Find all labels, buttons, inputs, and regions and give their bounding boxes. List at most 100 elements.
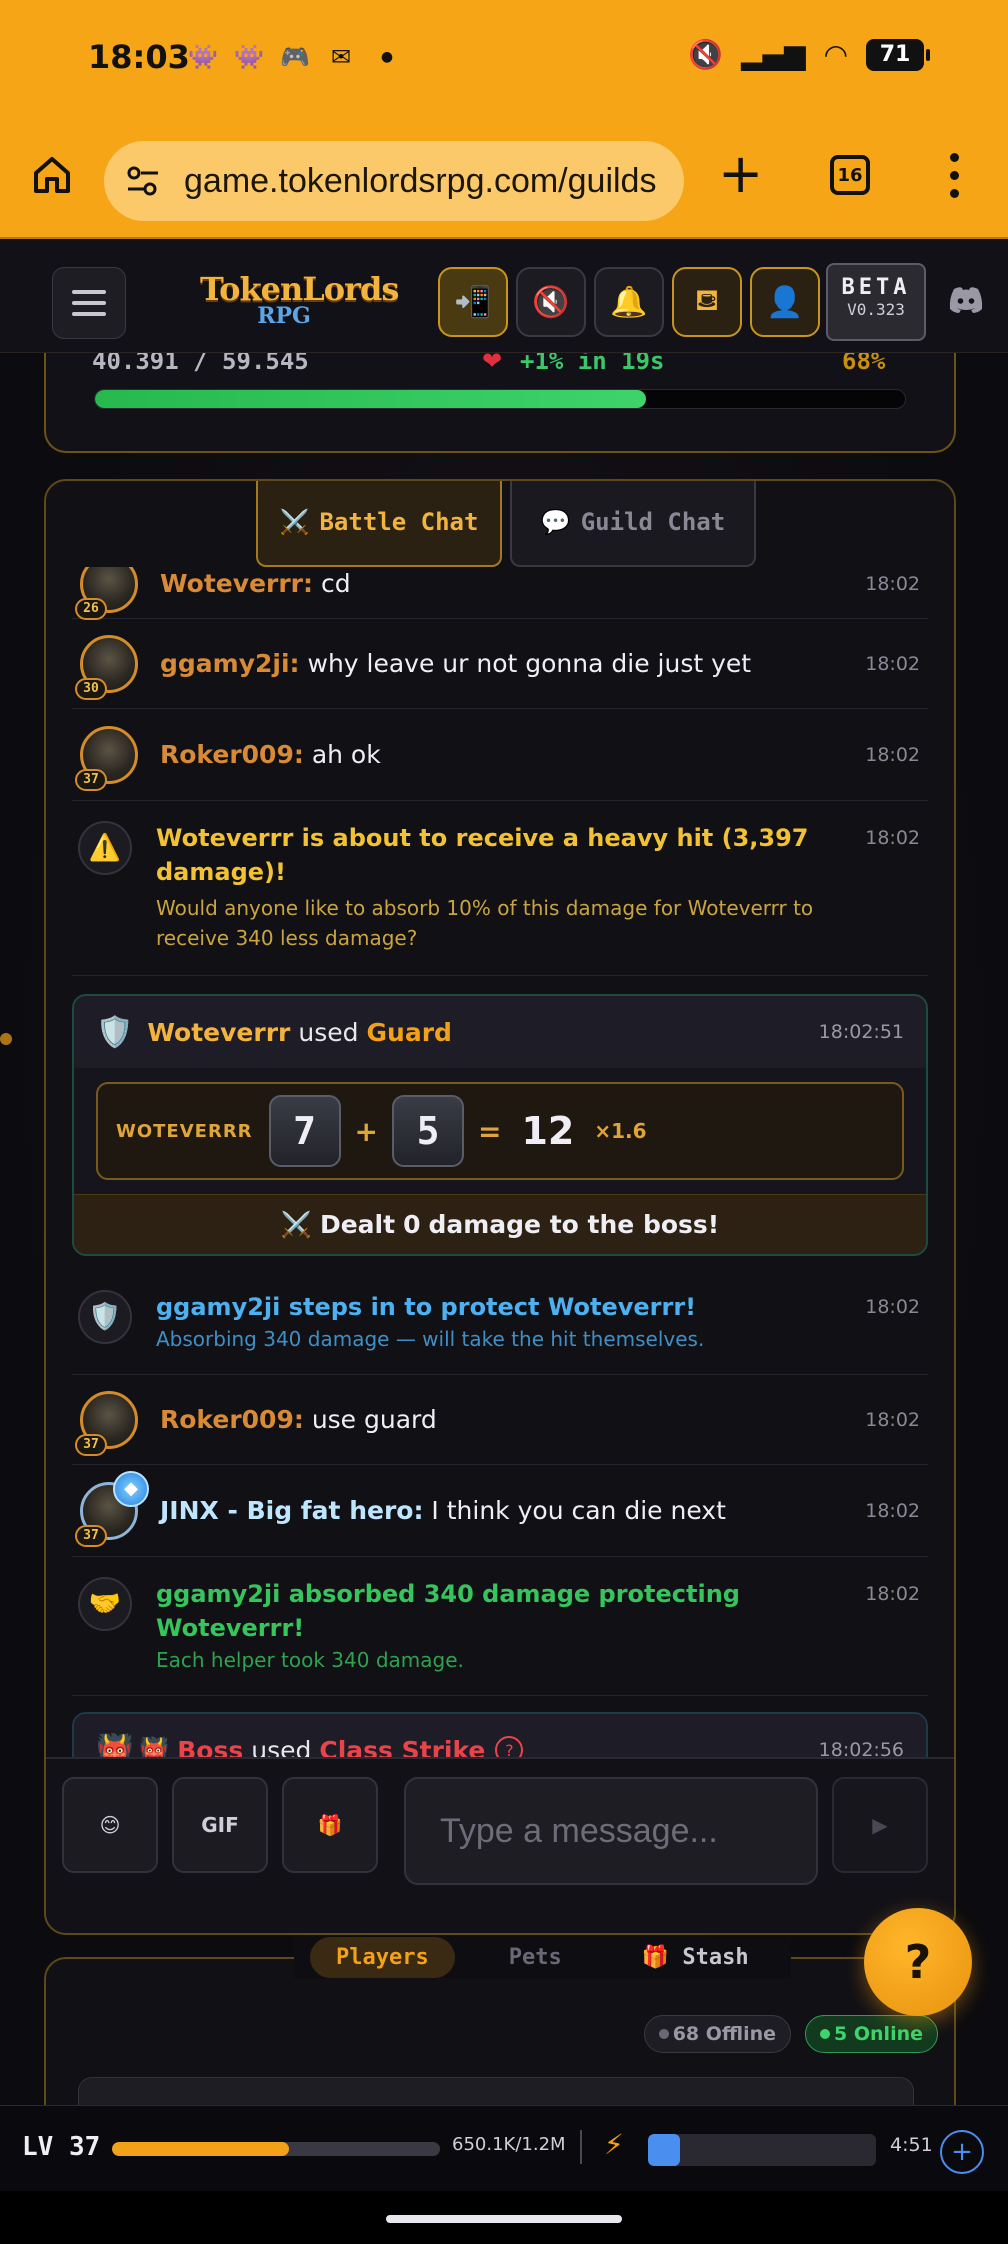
message-text: Woteverrr: cd	[160, 568, 844, 600]
beta-version-badge[interactable]: BETA V0.323	[826, 263, 926, 341]
new-tab-button[interactable]: +	[718, 147, 763, 201]
tab-players[interactable]: Players	[310, 1937, 455, 1978]
notice-title: ggamy2ji absorbed 340 damage protecting …	[156, 1580, 740, 1642]
xp-progress	[112, 2142, 440, 2156]
message-input[interactable]: Type a message...	[404, 1777, 818, 1885]
timestamp: 18:02	[865, 1499, 920, 1522]
xp-text: 650.1K/1.2M	[452, 2134, 566, 2155]
install-app-button[interactable]: 📲	[438, 267, 508, 337]
warning-title: Woteverrr is about to receive a heavy hi…	[156, 824, 809, 886]
handshake-icon: 🤝	[78, 1577, 132, 1631]
user-icon: 👤	[766, 284, 804, 320]
username[interactable]: Roker009:	[160, 740, 304, 769]
mute-icon: 🔇	[688, 38, 723, 71]
tokenlords-logo[interactable]: TokenLords RPG	[200, 273, 399, 329]
skill-info-icon[interactable]: ?	[495, 1736, 524, 1757]
energy-progress	[648, 2134, 876, 2166]
message-text: ggamy2ji: why leave ur not gonna die jus…	[160, 648, 844, 680]
gift-button[interactable]: 🎁	[282, 1777, 378, 1873]
tab-switcher-button[interactable]: 16	[830, 155, 870, 195]
send-button[interactable]: ▶	[832, 1777, 928, 1873]
profile-button[interactable]: 👤	[750, 267, 820, 337]
emoji-button[interactable]: 😊	[62, 1777, 158, 1873]
tab-stash[interactable]: 🎁 Stash	[616, 1937, 775, 1978]
actor-name[interactable]: Woteverrr	[147, 1018, 290, 1047]
gif-button[interactable]: GIF	[172, 1777, 268, 1873]
signal-icon: ▂▄▆	[740, 38, 806, 71]
energy-icon: ⚡	[604, 2128, 624, 2161]
player-list[interactable]	[78, 2077, 914, 2105]
tab-guild-chat[interactable]: 💬 Guild Chat	[510, 481, 756, 567]
android-nav-bar	[0, 2191, 1008, 2244]
absorb-notice: 🤝 ggamy2ji absorbed 340 damage protectin…	[72, 1557, 928, 1696]
sound-toggle-button[interactable]: 🔇	[516, 267, 586, 337]
mute-icon: 🔇	[532, 284, 570, 320]
browser-menu-icon[interactable]	[950, 153, 960, 199]
warning-icon: ⚠️	[78, 821, 132, 875]
damage-result: ⚔️ Dealt 0 damage to the boss!	[74, 1194, 926, 1254]
speech-bubble-icon: 💬	[540, 508, 571, 536]
avatar[interactable]: ◆ 37	[75, 1470, 149, 1547]
add-energy-button[interactable]: +	[940, 2130, 984, 2174]
browser-toolbar: game.tokenlordsrpg.com/guilds + 16	[0, 115, 1008, 239]
inventory-button[interactable]: ⛾	[672, 267, 742, 337]
online-filter[interactable]: 5 Online	[805, 2015, 938, 2053]
home-icon[interactable]	[28, 151, 76, 199]
username[interactable]: Woteverrr:	[160, 569, 313, 598]
level-badge: 26	[75, 597, 107, 620]
hp-regen: +1% in 19s	[520, 353, 665, 375]
roller-name: WOTEVERRR	[116, 1120, 253, 1142]
timestamp: 18:02	[865, 827, 920, 849]
notice-body: Each helper took 340 damage.	[156, 1648, 464, 1672]
url-text[interactable]: game.tokenlordsrpg.com/guilds	[184, 162, 656, 201]
action-header: 🛡️ Woteverrr used Guard 18:02:51	[74, 996, 926, 1068]
tab-label: Guild Chat	[580, 508, 726, 536]
version-label: V0.323	[847, 300, 905, 319]
dealt-value: 0	[403, 1210, 421, 1239]
dice-roll: WOTEVERRR 7 + 5 = 12 ×1.6	[96, 1082, 904, 1180]
timestamp: 18:02:51	[818, 1021, 904, 1043]
offline-filter[interactable]: 68 Offline	[643, 2015, 792, 2053]
avatar[interactable]: 26	[75, 567, 138, 620]
diamond-icon: ◆	[113, 1470, 149, 1507]
game-header: TokenLords RPG 📲 🔇 🔔 ⛾ 👤 BETA V0.323	[0, 239, 1008, 353]
warning-body: Would anyone like to absorb 10% of this …	[156, 896, 814, 950]
chat-message: 30 ggamy2ji: why leave ur not gonna die …	[72, 619, 928, 709]
shield-icon: 🛡️	[96, 1014, 134, 1050]
players-tabs: Players Pets 🎁 Stash	[294, 1937, 791, 1978]
help-button[interactable]: ?	[864, 1908, 972, 2016]
chat-message: 26 Woteverrr: cd 18:02	[72, 567, 928, 620]
chat-message-list[interactable]: 26 Woteverrr: cd 18:02 30 ggamy2ji: why …	[72, 567, 928, 1757]
energy-timer: 4:51	[890, 2134, 933, 2156]
page-content: 40.391 / 59.545 ❤ +1% in 19s 68% ⚔️ Batt…	[0, 353, 1008, 2105]
level-badge: 37	[75, 1433, 107, 1456]
username[interactable]: ggamy2ji:	[160, 649, 300, 678]
tab-battle-chat[interactable]: ⚔️ Battle Chat	[256, 481, 502, 567]
message-body: why leave ur not gonna die just yet	[307, 648, 752, 678]
site-settings-icon[interactable]	[124, 162, 162, 200]
discord-icon[interactable]	[948, 285, 984, 315]
heart-icon: ❤	[482, 353, 503, 375]
guard-action-card: 🛡️ Woteverrr used Guard 18:02:51 WOTEVER…	[72, 994, 928, 1256]
message-text: Roker009: use guard	[160, 1404, 844, 1436]
crossed-swords-icon: ⚔️	[280, 1209, 312, 1239]
address-bar[interactable]: game.tokenlordsrpg.com/guilds	[104, 141, 684, 221]
online-count: 5 Online	[834, 2023, 923, 2045]
notifications-button[interactable]: 🔔	[594, 267, 664, 337]
roll-multiplier: ×1.6	[594, 1119, 647, 1143]
heavy-hit-warning: ⚠️ Woteverrr is about to receive a heavy…	[72, 801, 928, 976]
avatar[interactable]: 37	[75, 1390, 138, 1456]
username[interactable]: JINX - Big fat hero:	[160, 1496, 423, 1525]
actor-name[interactable]: Boss	[177, 1736, 243, 1758]
avatar[interactable]: 30	[75, 634, 138, 700]
timestamp: 18:02	[865, 1296, 920, 1318]
tab-pets[interactable]: Pets	[483, 1937, 588, 1978]
bell-icon: 🔔	[610, 284, 648, 320]
boss-face-icon: 👹	[96, 1732, 134, 1758]
avatar[interactable]: 37	[75, 725, 138, 791]
action-verb: used	[251, 1735, 312, 1758]
hamburger-menu-button[interactable]	[52, 267, 126, 339]
username[interactable]: Roker009:	[160, 1405, 304, 1434]
chat-tabs: ⚔️ Battle Chat 💬 Guild Chat	[256, 481, 756, 567]
home-gesture-bar[interactable]	[386, 2215, 622, 2223]
